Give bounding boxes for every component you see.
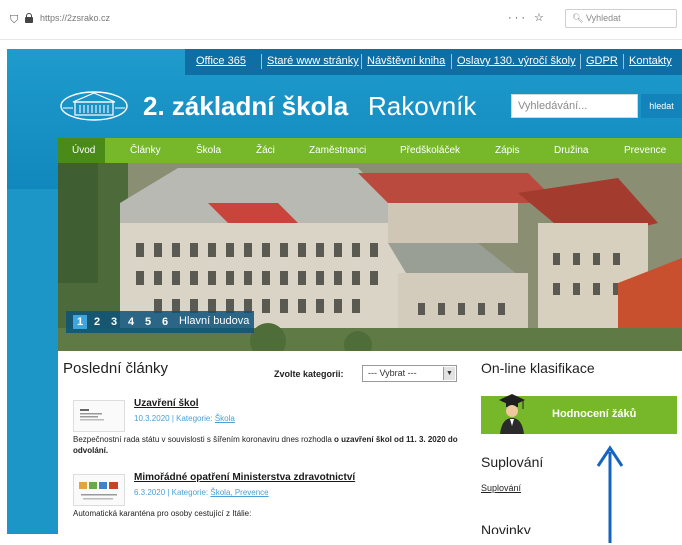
article-meta: 6.3.2020 | Kategorie: Škola, Prevence <box>134 488 269 497</box>
school-logo[interactable] <box>59 87 129 125</box>
main-content: Poslední články Zvolte kategorii: --- Vy… <box>58 351 682 534</box>
link-office-365[interactable]: Office 365 <box>196 55 246 67</box>
nav-item-zaci[interactable]: Žáci <box>256 138 275 163</box>
main-navigation: Úvod Články Škola Žáci Zaměstnanci Předš… <box>58 138 682 163</box>
news-heading: Novinky <box>481 522 531 534</box>
nav-item-druzina[interactable]: Družina <box>554 138 588 163</box>
divider <box>451 54 452 69</box>
online-grading-heading: On-line klasifikace <box>481 360 595 376</box>
nav-item-predskolacek[interactable]: Předškoláček <box>400 138 460 163</box>
article-meta: 10.3.2020 | Kategorie: Škola <box>134 414 235 423</box>
substitutions-link[interactable]: Suplování <box>481 483 521 493</box>
shield-icon[interactable]: ⛉ <box>10 14 18 27</box>
link-gdpr[interactable]: GDPR <box>586 55 618 67</box>
divider <box>361 54 362 69</box>
link-guestbook[interactable]: Návštěvní kniha <box>367 55 445 67</box>
slide-5-button[interactable]: 5 <box>141 315 155 329</box>
nav-item-zapis[interactable]: Zápis <box>495 138 519 163</box>
chevron-down-icon[interactable]: ▼ <box>443 367 455 380</box>
article-thumbnail[interactable] <box>73 474 125 506</box>
nav-item-skola[interactable]: Škola <box>196 138 221 163</box>
site-search-input[interactable]: Vyhledávání... <box>511 94 638 118</box>
nav-item-zamestnanci[interactable]: Zaměstnanci <box>309 138 366 163</box>
browser-search-input[interactable]: 🔍︎ Vyhledat <box>565 9 677 28</box>
article-excerpt: Bezpečnostní rada státu v souvislosti s … <box>73 435 458 455</box>
sidebar: On-line klasifikace Hodnocení žáků Suplo… <box>473 351 682 534</box>
article-excerpt: Automatická karanténa pro osoby cestujíc… <box>73 509 252 518</box>
divider <box>580 54 581 69</box>
article-category-link[interactable]: Škola, Prevence <box>210 488 268 497</box>
slide-2-button[interactable]: 2 <box>90 315 104 329</box>
slider-pager: 1 2 3 4 5 6 Hlavní budova <box>66 311 254 333</box>
category-label: Zvolte kategorii: <box>274 369 344 379</box>
substitutions-heading: Suplování <box>481 454 544 470</box>
search-button[interactable]: hledat <box>641 94 682 118</box>
article-category-link[interactable]: Škola <box>215 414 235 423</box>
category-select-value: --- Vybrat --- <box>368 368 417 378</box>
nav-item-clanky[interactable]: Články <box>130 138 161 163</box>
link-anniversary[interactable]: Oslavy 130. výročí školy <box>457 55 576 67</box>
nav-item-uvod[interactable]: Úvod <box>58 138 105 163</box>
top-links-bar: Office 365 Staré www stránky Návštěvní k… <box>185 49 682 75</box>
lock-icon[interactable] <box>25 13 33 23</box>
article-title-link[interactable]: Uzavření škol <box>134 398 198 409</box>
article-title-link[interactable]: Mimořádné opatření Ministerstva zdravotn… <box>134 472 355 483</box>
slide-1-button[interactable]: 1 <box>73 315 87 329</box>
slide-4-button[interactable]: 4 <box>124 315 138 329</box>
browser-toolbar: ⛉ https://2zsrako.cz ··· ☆ 🔍︎ Vyhledat <box>0 0 682 40</box>
nav-item-prevence[interactable]: Prevence <box>624 138 666 163</box>
page-actions-icon[interactable]: ··· ☆ <box>508 11 547 24</box>
divider <box>623 54 624 69</box>
category-select[interactable]: --- Vybrat --- ▼ <box>362 365 457 382</box>
divider <box>261 54 262 69</box>
student-grades-label: Hodnocení žáků <box>552 408 637 420</box>
slide-6-button[interactable]: 6 <box>158 315 172 329</box>
address-bar[interactable]: https://2zsrako.cz <box>40 13 110 23</box>
site-title-town[interactable]: Rakovník <box>368 91 476 122</box>
hero-slider[interactable]: 1 2 3 4 5 6 Hlavní budova <box>58 163 682 351</box>
website: Office 365 Staré www stránky Návštěvní k… <box>7 49 682 534</box>
articles-heading: Poslední články <box>63 360 169 377</box>
student-grades-button[interactable]: Hodnocení žáků <box>481 394 677 434</box>
link-old-website[interactable]: Staré www stránky <box>267 55 359 67</box>
slide-3-button[interactable]: 3 <box>107 315 121 329</box>
slide-caption: Hlavní budova <box>179 315 250 327</box>
link-contacts[interactable]: Kontakty <box>629 55 672 67</box>
article-thumbnail[interactable] <box>73 400 125 432</box>
graduate-icon <box>499 394 525 434</box>
site-title[interactable]: 2. základní škola <box>143 91 348 122</box>
latest-articles: Poslední články Zvolte kategorii: --- Vy… <box>58 351 468 534</box>
